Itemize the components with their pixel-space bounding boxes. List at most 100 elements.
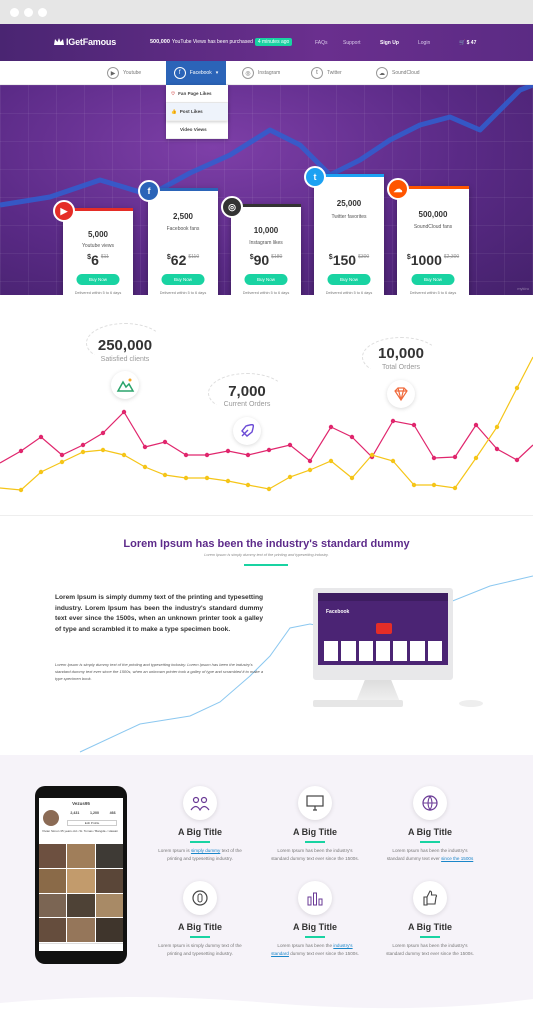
dropdown-post-likes[interactable]: 👍 Post Likes (166, 103, 228, 121)
feature-underline (190, 841, 210, 843)
pricing-card: t 25,000 Twitter favorites $150 $300 Buy … (304, 166, 384, 303)
price-value: 150 (332, 252, 357, 268)
monitor-icon (298, 786, 332, 820)
feature-card: A Big Title Lorem Ipsum is simply dummy … (155, 786, 245, 876)
mockup-label: Facebook (326, 609, 350, 615)
photo-tile[interactable] (95, 918, 123, 942)
old-price-value: 2,300 (446, 254, 460, 260)
pricing-card: f 2,500 Facebook fans $62 $110 Buy Now De… (138, 180, 218, 303)
section-title: Lorem Ipsum has been the industry's stan… (123, 538, 410, 550)
avatar (43, 810, 59, 826)
page: IGetFamous 500,000 YouTube Views has been… (0, 24, 533, 1015)
card-price: $1000 $2,300 (406, 252, 460, 268)
nav-soundcloud[interactable]: ☁ SoundCloud (376, 61, 420, 85)
people-icon (183, 786, 217, 820)
timer-icon (183, 881, 217, 915)
cart-button[interactable]: 🛒 $ 47 (459, 40, 476, 46)
dropdown-label: Fan Page Likes (178, 91, 212, 96)
card-price: $6 $11 (87, 252, 109, 268)
buy-now-button[interactable]: Buy Now (244, 274, 288, 285)
photo-tile[interactable] (39, 918, 67, 942)
chevron-down-icon: ▾ (215, 70, 219, 76)
card-quantity: 2,500 (172, 212, 194, 221)
photo-tile[interactable] (67, 868, 95, 893)
stats-line-chart (0, 356, 533, 493)
pricing-card: ◎ 10,000 Instagram likes $90 $180 Buy Now… (221, 196, 301, 303)
photo-tile[interactable] (95, 868, 123, 893)
feature-title: A Big Title (407, 827, 452, 837)
feature-link[interactable]: since the 1500s (441, 856, 473, 861)
feature-title: A Big Title (407, 922, 452, 932)
support-link[interactable]: Support (343, 40, 361, 46)
old-price: $11 (100, 254, 109, 260)
nav-instagram[interactable]: ◎ Instagram (242, 61, 280, 85)
youtube-icon: ▶ (53, 200, 75, 222)
feature-text: Lorem Ipsum is simply dummy text of the … (158, 943, 242, 956)
soundcloud-icon: ☁ (387, 178, 409, 200)
cart-icon: 🛒 (459, 40, 466, 46)
price-value: 1000 (410, 252, 442, 268)
dropdown-video-views[interactable]: Video Views (166, 121, 228, 139)
feature-description: Lorem Ipsum has been the industry's stan… (385, 942, 475, 958)
mockup-card (410, 641, 425, 661)
mockup-card (341, 641, 356, 661)
dropdown-label: Post Likes (179, 109, 203, 114)
feature-underline (305, 936, 325, 938)
announce-text: YouTube Views has been purchased (171, 39, 253, 45)
top-bar: IGetFamous 500,000 YouTube Views has been… (0, 24, 533, 61)
buy-now-button[interactable]: Buy Now (161, 274, 205, 285)
login-link[interactable]: Login (418, 40, 430, 46)
crown-icon (54, 38, 64, 45)
buy-now-button[interactable]: Buy Now (76, 274, 120, 285)
feature-text: Lorem Ipsum has been the industry's stan… (386, 943, 474, 956)
photo-tile[interactable] (67, 893, 95, 918)
phone-stats: 2,431 1,200 466 (65, 811, 121, 815)
about-section: Lorem Ipsum has been the industry's stan… (0, 516, 533, 755)
photo-tile[interactable] (39, 844, 67, 868)
features-section: Vezus95 2,431 1,200 466 Edit Profile Vivia… (0, 755, 533, 1015)
photo-tile[interactable] (39, 868, 67, 893)
window-dot (38, 8, 47, 17)
window-dot (10, 8, 19, 17)
nav-label: Instagram (258, 70, 281, 76)
feature-underline (420, 841, 440, 843)
buy-now-button[interactable]: Buy Now (411, 274, 455, 285)
faqs-link[interactable]: FAQs (315, 40, 328, 46)
nav-facebook[interactable]: f Facebook ▾ (166, 61, 226, 85)
price-value: 90 (253, 252, 270, 268)
stats-section: 250,000 Satisfied clients 7,000 Current … (0, 295, 533, 515)
card-quantity: 500,000 (418, 210, 448, 220)
feature-text: Lorem Ipsum has been the (277, 943, 334, 948)
photo-tile[interactable] (67, 844, 95, 868)
bar-chart-icon (298, 881, 332, 915)
pricing-card: ▶ 5,000 Youtube views $6 $11 Buy Now Deli… (53, 200, 133, 303)
nav-youtube[interactable]: ▶ Youtube (107, 61, 141, 85)
photo-tile[interactable] (67, 918, 95, 942)
purchase-announcement: 500,000 YouTube Views has been purchased 4… (150, 38, 293, 46)
twitter-icon: t (304, 166, 326, 188)
feature-card: A Big Title Lorem Ipsum has been the ind… (385, 786, 475, 876)
logo[interactable]: IGetFamous (54, 37, 116, 47)
feature-link[interactable]: simply dummy (191, 848, 220, 853)
phone-username: Vezus95 (72, 801, 90, 806)
phone-stat: 466 (109, 811, 116, 815)
photo-tile[interactable] (95, 844, 123, 868)
section-subtitle: Lorem Ipsum is simply dummy text of the … (204, 553, 329, 557)
feature-underline (305, 841, 325, 843)
photo-tile[interactable] (95, 893, 123, 918)
hero-watermark: mykiru (517, 286, 529, 291)
card-price: $62 $110 (166, 252, 200, 268)
card-price: $150 $300 (328, 252, 370, 268)
mockup-play-icon (376, 623, 392, 634)
photo-tile[interactable] (39, 893, 67, 918)
nav-twitter[interactable]: t Twitter (311, 61, 342, 85)
photo-grid (39, 844, 123, 942)
card-quantity: 25,000 (336, 199, 362, 209)
browser-chrome (0, 0, 533, 24)
sign-up-link[interactable]: Sign Up (380, 40, 399, 46)
window-dot (24, 8, 33, 17)
buy-now-button[interactable]: Buy Now (327, 274, 371, 285)
feature-underline (420, 936, 440, 938)
dropdown-fan-page-likes[interactable]: ♡ Fan Page Likes (166, 85, 228, 103)
edit-profile-button[interactable]: Edit Profile (67, 820, 117, 826)
